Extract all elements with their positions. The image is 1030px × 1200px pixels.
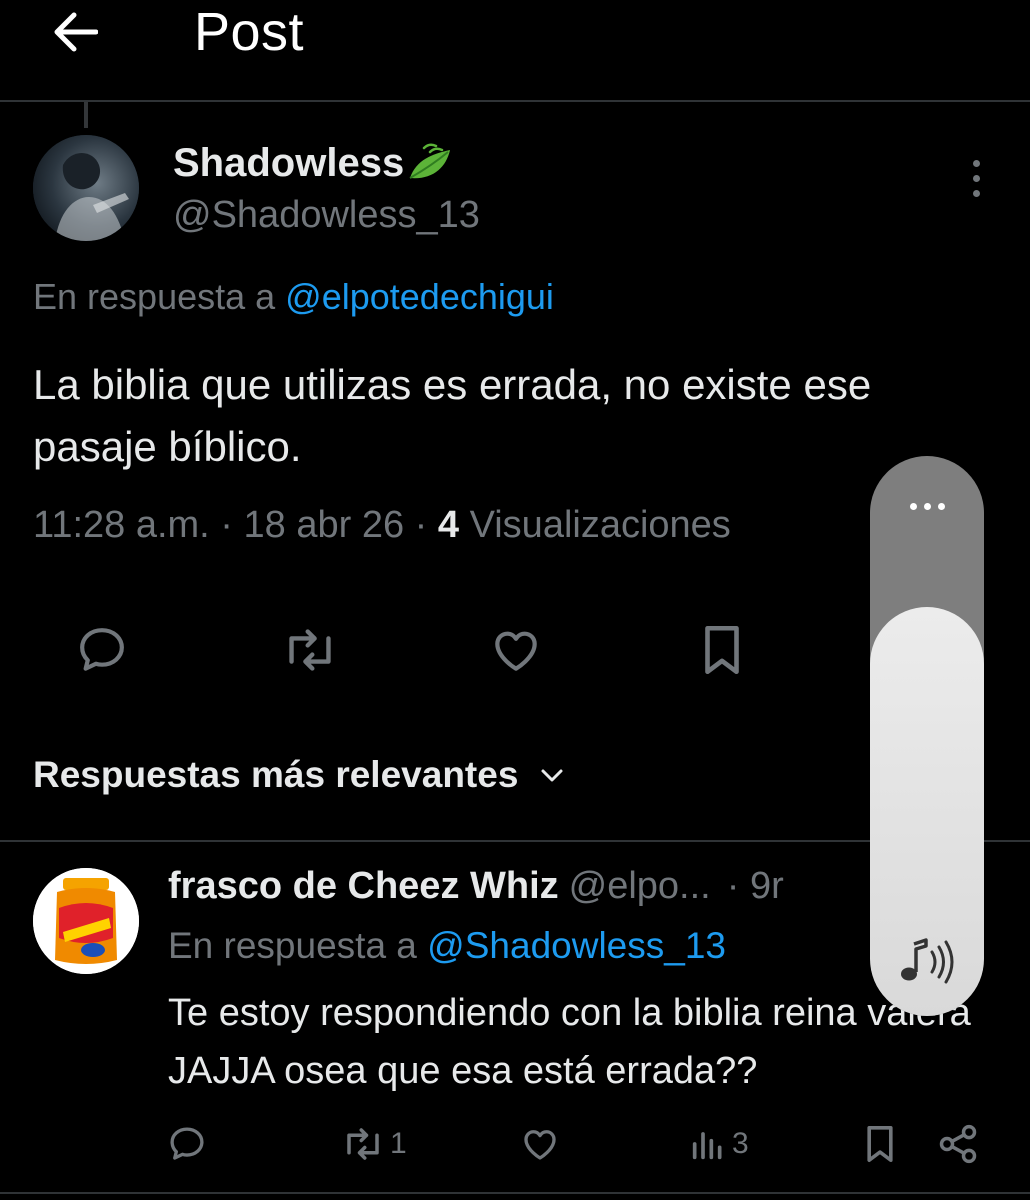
share-icon — [939, 1124, 977, 1164]
views-label[interactable]: Visualizaciones — [470, 504, 731, 546]
volume-panel — [870, 456, 984, 1016]
bookmark-icon — [705, 625, 739, 675]
more-dot — [972, 159, 980, 167]
more-options-button[interactable] — [960, 156, 992, 200]
bookmark-icon — [867, 1126, 893, 1162]
author-name[interactable]: Shadowless — [173, 139, 454, 187]
like-button[interactable] — [484, 618, 548, 682]
back-button[interactable] — [40, 0, 110, 64]
reply-reply-button[interactable] — [166, 1114, 208, 1174]
views-count: 3 — [732, 1127, 749, 1160]
thread-connector-line — [84, 102, 88, 128]
reply-share-button[interactable] — [936, 1114, 980, 1174]
like-icon — [495, 631, 537, 671]
top-bar: Post — [0, 0, 1030, 100]
more-dot — [972, 189, 980, 197]
page-title: Post — [194, 2, 305, 62]
reply-text: Te estoy respondiendo con la biblia rein… — [168, 992, 971, 1092]
reply-mention-link[interactable]: @Shadowless_13 — [427, 925, 726, 966]
header-divider — [0, 100, 1030, 102]
like-icon — [524, 1130, 556, 1160]
chevron-down-icon — [541, 769, 563, 782]
meta-separator: · — [414, 504, 428, 546]
author-handle[interactable]: @Shadowless_13 — [173, 192, 480, 238]
post-date[interactable]: 18 abr 26 — [244, 504, 405, 546]
post-time[interactable]: 11:28 a.m. — [33, 504, 210, 546]
dot — [909, 502, 917, 510]
cheez-whiz-jar-image — [33, 868, 139, 974]
repost-button[interactable] — [278, 618, 342, 682]
reply-author-line: frasco de Cheez Whiz @elpo... · 9r — [168, 862, 784, 910]
author-name-text: Shadowless — [173, 141, 405, 185]
post-meta: 11:28 a.m. · 18 abr 26 · 4 Visualizacion… — [33, 502, 731, 548]
repost-icon — [347, 1128, 379, 1160]
music-volume-icon[interactable] — [892, 932, 962, 992]
repost-icon — [289, 629, 331, 671]
reply-author-name[interactable]: frasco de Cheez Whiz — [168, 865, 559, 907]
more-dot — [972, 174, 980, 182]
reply-views-button[interactable]: 3 — [688, 1114, 749, 1174]
reply-author-handle[interactable]: @elpo... — [569, 865, 711, 907]
sort-label-text: Respuestas más relevantes — [33, 754, 519, 795]
reply-bookmark-button[interactable] — [862, 1114, 898, 1174]
bookmark-button[interactable] — [690, 618, 754, 682]
views-count: 4 — [437, 504, 460, 546]
reply-time: · 9r — [726, 865, 784, 907]
repost-count: 1 — [390, 1127, 407, 1160]
reply-repost-button[interactable]: 1 — [340, 1114, 407, 1174]
section-divider — [0, 1192, 1030, 1194]
author-avatar[interactable] — [33, 135, 139, 241]
arrow-left-icon — [54, 12, 98, 52]
reply-author-avatar[interactable] — [33, 868, 139, 974]
views-icon — [692, 1132, 722, 1160]
reply-mention-link[interactable]: @elpotedechigui — [285, 276, 554, 317]
post-text: La biblia que utilizas es errada, no exi… — [33, 361, 872, 470]
reply-icon — [170, 1127, 204, 1160]
dot — [923, 502, 931, 510]
volume-more-button[interactable] — [870, 486, 984, 526]
reply-button[interactable] — [70, 618, 134, 682]
meta-separator: · — [220, 504, 233, 546]
reply-icon — [80, 628, 124, 671]
reply-context: En respuesta a @Shadowless_13 — [168, 922, 726, 970]
dot — [937, 502, 945, 510]
reply-context: En respuesta a @elpotedechigui — [33, 274, 554, 320]
avatar-photo — [33, 135, 139, 241]
herb-leaf-icon — [409, 143, 451, 179]
reply-prefix: En respuesta a — [168, 925, 417, 966]
replies-sort-dropdown[interactable]: Respuestas más relevantes — [33, 752, 566, 798]
reply-like-button[interactable] — [518, 1114, 562, 1174]
music-volume-icon-graphic — [901, 938, 954, 984]
reply-prefix: En respuesta a — [33, 276, 276, 317]
